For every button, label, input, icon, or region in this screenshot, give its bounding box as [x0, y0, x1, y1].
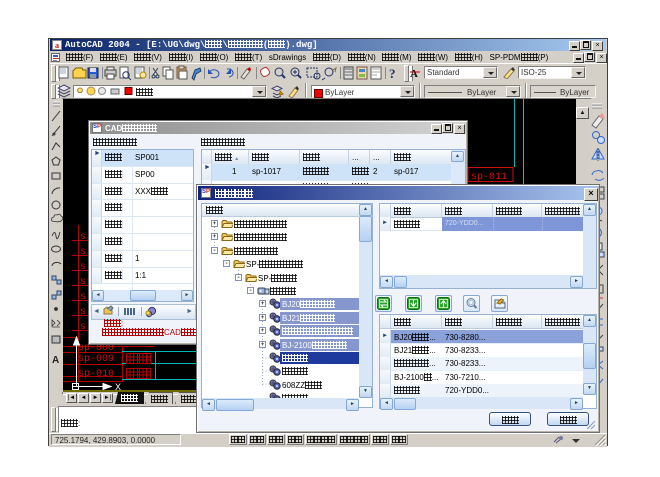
svg-text:sp-011: sp-011 — [471, 172, 507, 183]
svg-text:sp-009: sp-009 — [78, 354, 114, 365]
svg-text:s: s — [80, 307, 86, 318]
svg-text:s: s — [80, 277, 86, 288]
svg-text:sp-010: sp-010 — [78, 369, 114, 380]
svg-text:?: ? — [389, 66, 396, 81]
svg-text:A: A — [52, 355, 59, 366]
svg-text:s: s — [80, 262, 86, 273]
svg-text:s: s — [80, 292, 86, 303]
svg-text:s: s — [80, 232, 86, 243]
svg-text:A: A — [410, 68, 418, 79]
svg-text:s: s — [80, 322, 86, 333]
svg-text:s: s — [80, 247, 86, 258]
